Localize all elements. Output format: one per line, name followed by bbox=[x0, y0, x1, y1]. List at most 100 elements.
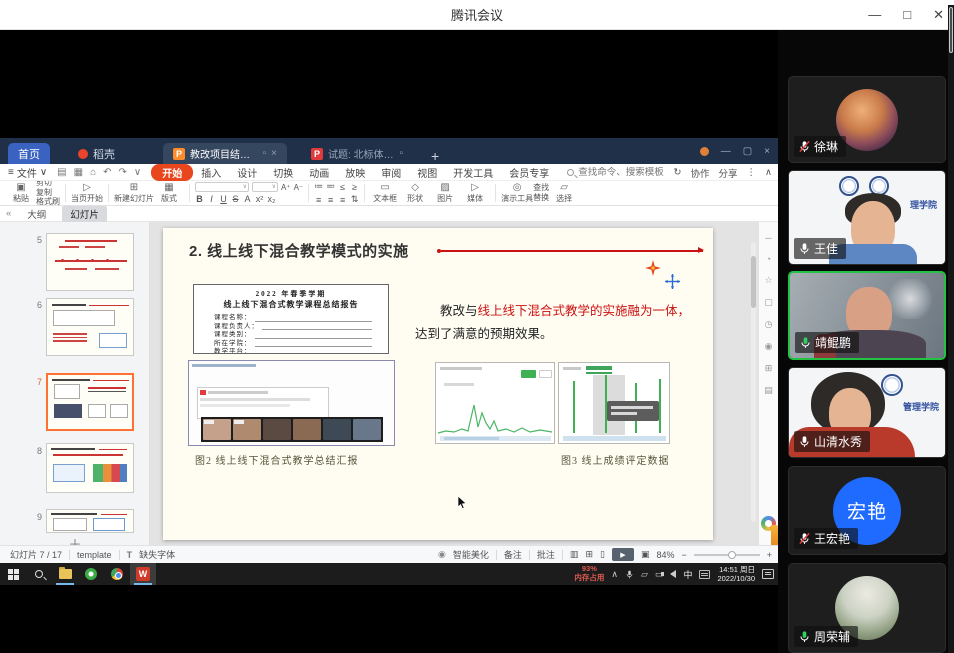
zoom-out-button[interactable]: − bbox=[681, 550, 686, 560]
slideshow-play-button[interactable]: ▶ bbox=[612, 548, 634, 561]
font-size-select[interactable] bbox=[252, 182, 278, 192]
beautify-button[interactable]: 智能美化 bbox=[453, 548, 489, 561]
add-slide-button[interactable]: ＋ bbox=[0, 534, 150, 545]
maximize-button[interactable]: □ bbox=[903, 0, 911, 30]
notes-button[interactable]: 备注 bbox=[504, 548, 522, 561]
paste-button[interactable]: ▣ 粘贴 bbox=[6, 183, 36, 203]
star-icon[interactable]: ☆ bbox=[759, 275, 778, 286]
textbox-button[interactable]: ▭ 文本框 bbox=[370, 183, 400, 203]
tray-network-icon[interactable]: ▱ bbox=[641, 569, 648, 580]
taskbar-search-icon[interactable] bbox=[26, 563, 52, 585]
grid-icon[interactable]: ⊞ bbox=[759, 363, 778, 374]
shape-button[interactable]: ◇ 形状 bbox=[400, 183, 430, 203]
font-name-select[interactable] bbox=[195, 182, 249, 192]
outdent-icon[interactable]: ≤ bbox=[338, 182, 347, 192]
undo-icon[interactable]: ↶ bbox=[103, 167, 111, 178]
view-sorter-icon[interactable]: ⊞ bbox=[585, 549, 593, 560]
tab-insert[interactable]: 插入 bbox=[193, 164, 229, 181]
wps-close-icon[interactable]: × bbox=[764, 146, 770, 157]
participant-tile-zhourongfu[interactable]: 周荣辅 bbox=[788, 563, 946, 653]
indent-icon[interactable]: ≥ bbox=[350, 182, 359, 192]
font-color-button[interactable]: A bbox=[243, 194, 252, 204]
pane-tab-outline[interactable]: 大纲 bbox=[19, 206, 54, 222]
view-normal-icon[interactable]: ▥ bbox=[570, 549, 579, 560]
find-button[interactable]: 查找 bbox=[533, 184, 549, 193]
wps-home-tab[interactable]: 首页 bbox=[8, 143, 50, 164]
tab-animation[interactable]: 动画 bbox=[301, 164, 337, 181]
collab-button[interactable]: 协作 bbox=[691, 166, 710, 180]
sync-icon[interactable]: ↻ bbox=[674, 167, 682, 178]
subscript-button[interactable]: x₂ bbox=[267, 194, 276, 204]
tab-pin-icon[interactable]: ▫ bbox=[399, 148, 403, 159]
participant-tile-xulin[interactable]: 徐琳 bbox=[788, 76, 946, 163]
tab-close-icon[interactable]: × bbox=[271, 148, 277, 159]
shrink-font-icon[interactable]: A⁻ bbox=[294, 183, 304, 192]
participant-tile-shanqingshuixiu[interactable]: 管理学院 山清水秀 bbox=[788, 367, 946, 458]
participant-tile-jingkunpeng[interactable]: 靖鲲鹏 bbox=[788, 271, 946, 360]
pane-tab-slides[interactable]: 幻灯片 bbox=[62, 206, 107, 222]
sidebar-scrollbar[interactable] bbox=[948, 5, 954, 653]
tab-design[interactable]: 设计 bbox=[229, 164, 265, 181]
preview-icon[interactable]: ⌂ bbox=[90, 167, 96, 178]
bullets-icon[interactable]: ≔ bbox=[314, 181, 323, 192]
history-icon[interactable]: ◷ bbox=[759, 319, 778, 330]
close-button[interactable]: ✕ bbox=[933, 0, 944, 30]
more-menu-icon[interactable]: ⋮ bbox=[747, 167, 757, 178]
slide-thumbnail-9[interactable] bbox=[46, 509, 134, 533]
line-spacing-icon[interactable]: ⇅ bbox=[350, 194, 359, 205]
view-reading-icon[interactable]: ▯ bbox=[600, 549, 605, 560]
browser-colorful-icon[interactable] bbox=[104, 563, 130, 585]
print-icon[interactable]: ▦ bbox=[74, 167, 83, 178]
layout-button[interactable]: ▦ 版式 bbox=[154, 183, 184, 203]
participant-tile-wangjia[interactable]: 理学院 王佳 bbox=[788, 170, 946, 265]
underline-button[interactable]: U bbox=[219, 194, 228, 204]
action-center-icon[interactable] bbox=[762, 569, 774, 579]
object-icon[interactable]: ▢ bbox=[759, 297, 778, 308]
align-center-icon[interactable]: ≡ bbox=[326, 195, 335, 205]
start-button[interactable] bbox=[0, 563, 26, 585]
format-painter-button[interactable]: 格式刷 bbox=[36, 198, 60, 206]
play-from-page-button[interactable]: ▷ 当页开始 bbox=[71, 183, 103, 203]
file-explorer-icon[interactable] bbox=[52, 563, 78, 585]
wps-minimize-icon[interactable]: — bbox=[721, 146, 731, 157]
tab-view[interactable]: 视图 bbox=[409, 164, 445, 181]
minimize-button[interactable]: — bbox=[868, 0, 881, 30]
slide-canvas[interactable]: 2. 线上线下混合教学模式的实施 bbox=[150, 222, 758, 545]
file-menu[interactable]: ≡ 文件 ∨ bbox=[8, 165, 47, 180]
new-tab-button[interactable]: + bbox=[425, 148, 445, 164]
wps-docer-tab[interactable]: 稻壳 bbox=[68, 143, 125, 164]
bold-button[interactable]: B bbox=[195, 194, 204, 204]
comment-button[interactable]: 批注 bbox=[537, 548, 555, 561]
participant-tile-wanghongyan[interactable]: 宏艳 王宏艳 bbox=[788, 466, 946, 555]
slide-thumbnail-7-current[interactable] bbox=[46, 373, 134, 431]
strip-handle-icon[interactable]: ─ bbox=[759, 233, 778, 243]
message-icon[interactable] bbox=[700, 147, 709, 156]
zoom-in-button[interactable]: + bbox=[767, 550, 772, 560]
ime-indicator[interactable]: 中 bbox=[683, 568, 692, 581]
missing-font-label[interactable]: 缺失字体 bbox=[139, 548, 175, 561]
share-button[interactable]: 分享 bbox=[719, 166, 738, 180]
align-right-icon[interactable]: ≡ bbox=[338, 195, 347, 205]
save-icon[interactable]: ▤ bbox=[57, 167, 66, 178]
canvas-scrollbar[interactable] bbox=[751, 242, 756, 522]
command-search[interactable] bbox=[567, 167, 683, 178]
collapse-ribbon-icon[interactable]: ∧ bbox=[765, 167, 772, 178]
align-left-icon[interactable]: ≡ bbox=[314, 195, 323, 205]
notes-icon[interactable]: ▤ bbox=[759, 385, 778, 396]
presentation-tools-button[interactable]: ◎ 演示工具 bbox=[501, 183, 533, 203]
zoom-slider[interactable] bbox=[694, 554, 760, 556]
more-icon[interactable]: ∨ bbox=[134, 167, 141, 178]
template-label[interactable]: template bbox=[77, 550, 112, 560]
cut-button[interactable]: 剪切 bbox=[36, 181, 60, 188]
wps-restore-icon[interactable]: ▢ bbox=[743, 146, 752, 157]
fit-icon[interactable]: ▣ bbox=[641, 549, 650, 560]
slide-thumbnail-5[interactable] bbox=[46, 233, 134, 291]
touch-keyboard-icon[interactable] bbox=[699, 570, 710, 579]
slide-thumbnail-8[interactable] bbox=[46, 443, 134, 493]
picture-button[interactable]: ▨ 图片 bbox=[430, 183, 460, 203]
zoom-level[interactable]: 84% bbox=[656, 550, 674, 560]
strike-button[interactable]: S bbox=[231, 194, 240, 204]
document-tab-pptx[interactable]: P 教改项目结题汇报.pptx ▫ × bbox=[163, 143, 287, 164]
media-button[interactable]: ▷ 媒体 bbox=[460, 183, 490, 203]
tab-pin-icon[interactable]: ▫ bbox=[263, 148, 267, 159]
